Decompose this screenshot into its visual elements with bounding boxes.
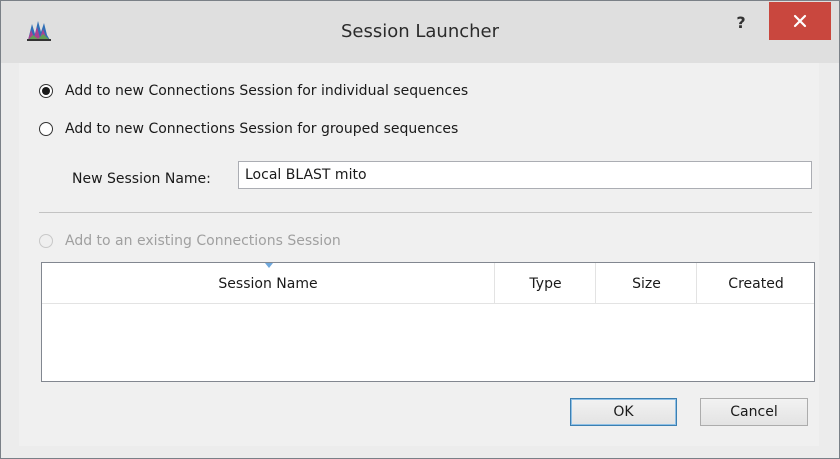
ok-button[interactable]: OK: [570, 398, 677, 426]
separator: [39, 212, 812, 213]
radio-button-selected[interactable]: [39, 84, 53, 98]
radio-existing-label: Add to an existing Connections Session: [65, 233, 341, 249]
close-button[interactable]: [769, 2, 831, 40]
radio-existing-session[interactable]: Add to an existing Connections Session: [39, 229, 341, 253]
radio-individual-sequences[interactable]: Add to new Connections Session for indiv…: [39, 79, 468, 103]
radio-grouped-label: Add to new Connections Session for group…: [65, 121, 459, 137]
radio-individual-label: Add to new Connections Session for indiv…: [65, 83, 469, 99]
title-bar[interactable]: Session Launcher ?: [1, 1, 839, 63]
column-header-size[interactable]: Size: [595, 263, 697, 303]
column-header-created[interactable]: Created: [696, 263, 815, 303]
window-title: Session Launcher: [340, 21, 500, 42]
session-name-input[interactable]: [238, 161, 812, 189]
sort-indicator-icon: [265, 263, 273, 268]
radio-button-disabled[interactable]: [39, 234, 53, 248]
sessions-table[interactable]: Session Name Type Size Created: [41, 262, 815, 382]
radio-dot-icon: [42, 87, 50, 95]
dialog-content: Add to new Connections Session for indiv…: [19, 63, 819, 446]
cancel-button[interactable]: Cancel: [700, 398, 808, 426]
close-icon: [793, 14, 807, 28]
radio-grouped-sequences[interactable]: Add to new Connections Session for group…: [39, 117, 458, 141]
table-body[interactable]: [42, 304, 814, 381]
table-header: Session Name Type Size Created: [42, 263, 814, 304]
help-button[interactable]: ?: [721, 5, 761, 41]
session-name-label: New Session Name:: [72, 171, 211, 187]
session-launcher-dialog: Session Launcher ? Add to new Connection…: [0, 0, 840, 459]
column-header-type[interactable]: Type: [494, 263, 596, 303]
column-header-session-name[interactable]: Session Name: [42, 263, 494, 303]
radio-button[interactable]: [39, 122, 53, 136]
